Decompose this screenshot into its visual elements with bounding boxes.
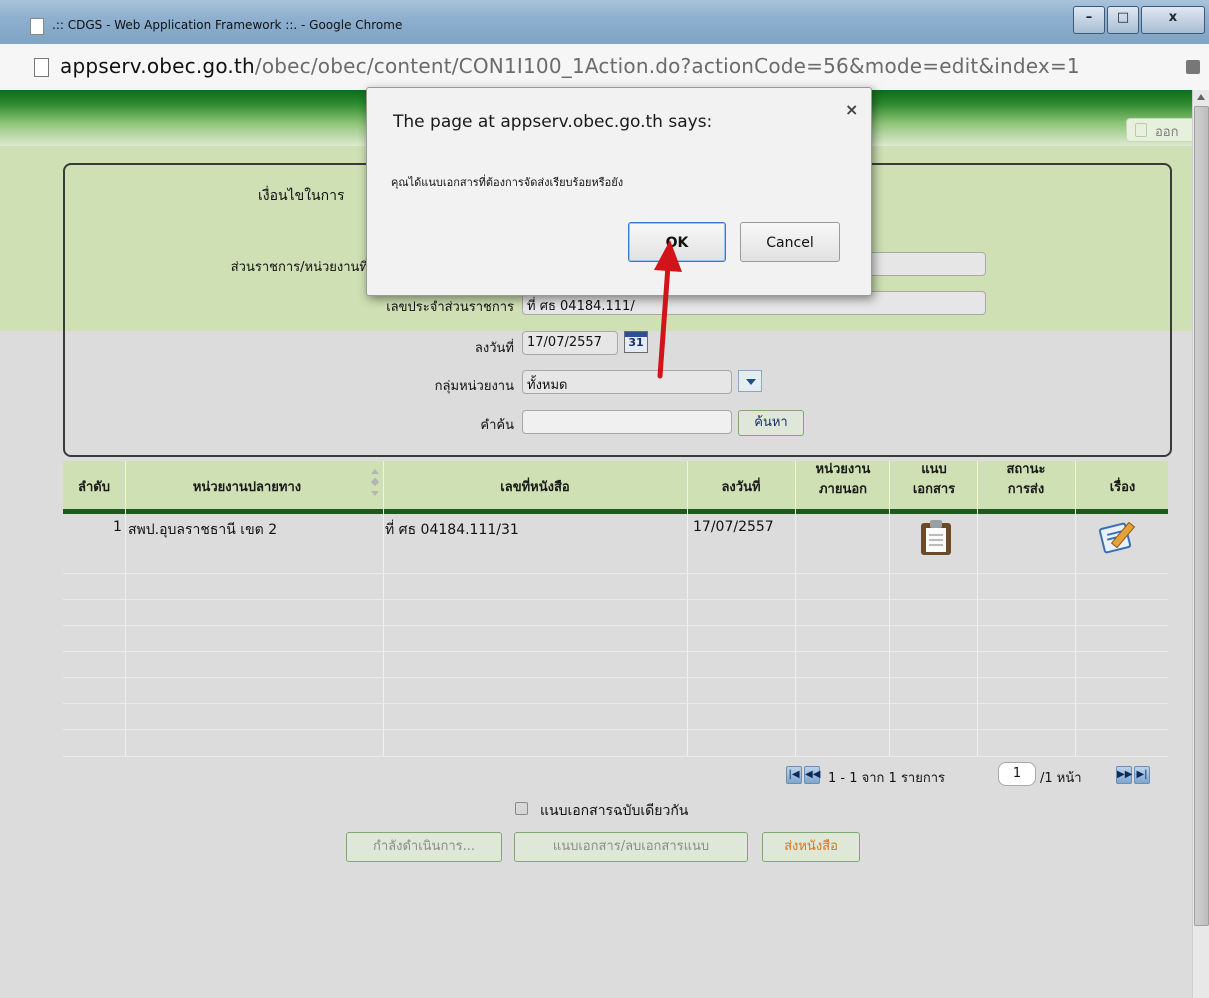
scroll-up-icon[interactable]	[1197, 94, 1205, 100]
header-doc-no[interactable]: เลขที่หนังสือ	[385, 479, 685, 497]
row-no: 1	[113, 519, 122, 535]
edit-document-icon[interactable]	[1098, 517, 1139, 555]
page-icon	[34, 58, 49, 77]
minimize-button[interactable]: –	[1073, 6, 1105, 34]
first-page-icon: |◀	[788, 769, 800, 780]
vertical-scrollbar[interactable]	[1192, 90, 1209, 998]
dialog-message: คุณได้แนบเอกสารที่ต้องการจัดส่งเรียบร้อย…	[391, 176, 624, 189]
header-no[interactable]: ลำดับ	[63, 479, 125, 497]
keyword-field[interactable]	[522, 410, 732, 434]
processing-button[interactable]: กำลังดำเนินการ...	[346, 832, 502, 862]
agency-label: ส่วนราชการ/หน่วยงานที่	[230, 260, 368, 275]
group-select[interactable]: ทั้งหมด	[522, 370, 732, 394]
dialog-title: The page at appserv.obec.go.th says:	[393, 112, 713, 132]
table-row	[63, 678, 1168, 704]
row-doc-no: ที่ ศธ 04184.111/31	[385, 522, 519, 538]
form-title: เงื่อนไขในการ	[258, 188, 345, 204]
chevron-down-icon[interactable]	[738, 370, 762, 392]
table-row	[63, 730, 1168, 757]
first-page-button[interactable]: |◀	[786, 766, 802, 784]
next-page-button[interactable]: ▶▶	[1116, 766, 1132, 784]
address-bar[interactable]: appserv.obec.go.th/obec/obec/content/CON…	[0, 44, 1209, 91]
table-row	[63, 704, 1168, 730]
window-title: .:: CDGS - Web Application Framework ::.…	[52, 18, 403, 32]
header-attach-2: เอกสาร	[912, 482, 956, 497]
header-date[interactable]: ลงวันที่	[689, 479, 793, 497]
pager-total: /1 หน้า	[1040, 771, 1082, 786]
close-icon: x	[1168, 10, 1178, 25]
next-page-icon: ▶▶	[1117, 769, 1133, 780]
logout-label: ออก	[1155, 125, 1179, 140]
maximize-icon: □	[1116, 10, 1130, 25]
header-external-2: ภายนอก	[818, 482, 868, 497]
keyword-label: คำค้น	[480, 418, 514, 433]
logout-button[interactable]: ออก	[1126, 118, 1192, 142]
agency-field[interactable]	[866, 252, 986, 276]
header-destination[interactable]: หน่วยงานปลายทาง	[127, 479, 367, 497]
header-status-2: การส่ง	[1007, 482, 1045, 497]
same-doc-checkbox-label: แนบเอกสารฉบับเดียวกัน	[540, 803, 689, 819]
header-attach-1: แนบ	[921, 462, 947, 477]
header-status-1: สถานะ	[1006, 462, 1046, 477]
pager-range: 1 - 1 จาก 1 รายการ	[828, 771, 946, 786]
clipboard-icon[interactable]	[919, 519, 953, 555]
header-external-1: หน่วยงาน	[815, 462, 871, 477]
url-host: appserv.obec.go.th	[60, 54, 255, 78]
row-destination: สพป.อุบลราชธานี เขต 2	[128, 522, 278, 538]
table-row	[63, 574, 1168, 600]
last-page-button[interactable]: ▶|	[1134, 766, 1150, 784]
results-table: ลำดับ หน่วยงานปลายทาง เลขที่หนังสือ ลงวั…	[63, 461, 1168, 757]
group-label: กลุ่มหน่วยงาน	[434, 379, 514, 394]
page-favicon-icon	[30, 18, 44, 35]
ref-number-label: เลขประจำส่วนราชการ	[386, 300, 514, 315]
scrollbar-thumb[interactable]	[1194, 106, 1209, 926]
dialog-close-icon[interactable]: ×	[845, 100, 858, 119]
date-label: ลงวันที่	[474, 341, 514, 356]
url-text[interactable]: appserv.obec.go.th/obec/obec/content/CON…	[60, 54, 1080, 78]
translate-icon[interactable]	[1186, 60, 1200, 74]
table-row	[63, 652, 1168, 678]
maximize-button[interactable]: □	[1107, 6, 1139, 34]
browser-window: .:: CDGS - Web Application Framework ::.…	[0, 0, 1209, 998]
search-button[interactable]: ค้นหา	[738, 410, 804, 436]
prev-page-button[interactable]: ◀◀	[804, 766, 820, 784]
date-field[interactable]: 17/07/2557	[522, 331, 618, 355]
table-row	[63, 600, 1168, 626]
same-doc-checkbox[interactable]	[515, 802, 528, 815]
last-page-icon: ▶|	[1136, 769, 1148, 780]
confirm-dialog: The page at appserv.obec.go.th says: × ค…	[366, 87, 872, 296]
cancel-button[interactable]: Cancel	[740, 222, 840, 262]
logout-icon	[1135, 123, 1147, 137]
prev-page-icon: ◀◀	[805, 769, 821, 780]
annotation-arrow-icon	[654, 240, 682, 379]
page-number-input[interactable]: 1	[998, 762, 1036, 786]
sort-icon[interactable]	[369, 469, 381, 499]
table-row	[63, 626, 1168, 652]
url-path: /obec/obec/content/CON1I100_1Action.do?a…	[254, 54, 1080, 78]
attach-documents-button[interactable]: แนบเอกสาร/ลบเอกสารแนบ	[514, 832, 748, 862]
close-window-button[interactable]: x	[1141, 6, 1205, 34]
header-subject: เรื่อง	[1109, 480, 1136, 495]
minimize-icon: –	[1085, 10, 1093, 25]
row-date: 17/07/2557	[693, 519, 774, 535]
send-document-button[interactable]: ส่งหนังสือ	[762, 832, 860, 862]
title-bar: .:: CDGS - Web Application Framework ::.…	[0, 0, 1209, 44]
